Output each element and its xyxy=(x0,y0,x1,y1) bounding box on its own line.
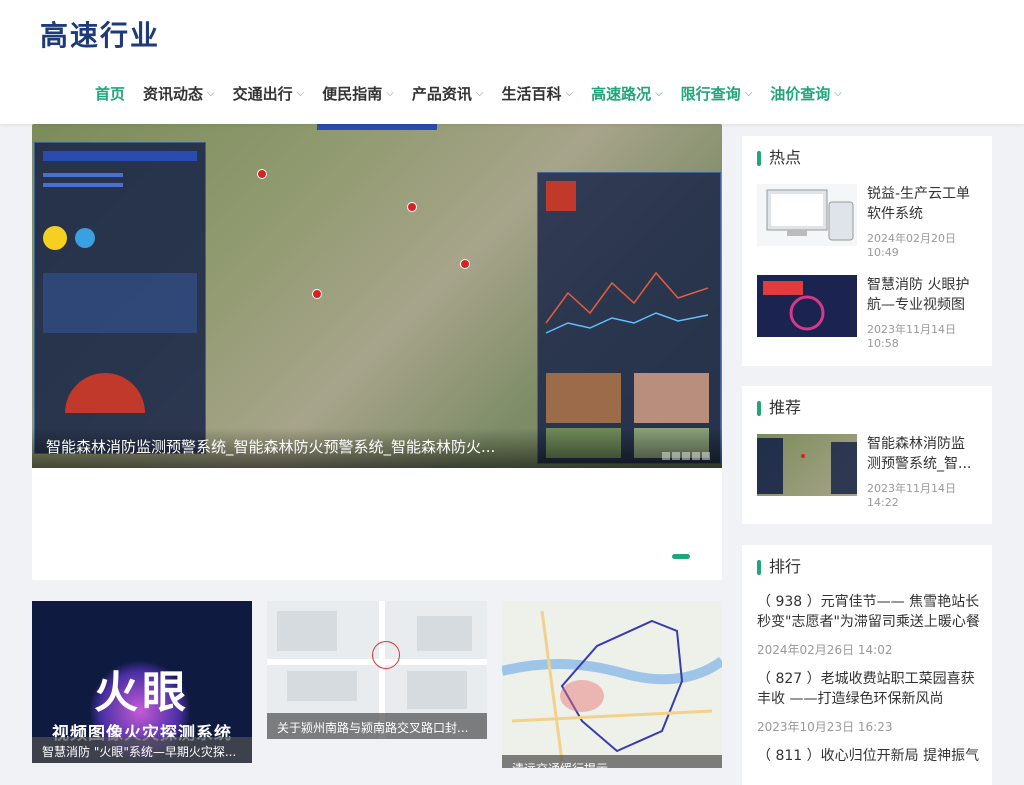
chevron-down-icon: ⌵ xyxy=(386,87,394,99)
hot-item-title[interactable]: 智慧消防 火眼护航—专业视频图 xyxy=(867,275,977,315)
recommend-item-title[interactable]: 智能森林消防监测预警系统_智... xyxy=(867,434,977,474)
article-card[interactable]: 关于颍州南路与颍南路交叉路口封... xyxy=(267,601,487,739)
nav-item-oil-price[interactable]: 油价查询 ⌵ xyxy=(770,80,842,106)
nav-item-label: 首页 xyxy=(95,84,126,103)
rank-item-title[interactable]: （ 811 ）收心归位开新局 提神振气 xyxy=(757,746,982,766)
card-caption[interactable]: 清远交通缓行提示... xyxy=(512,760,712,768)
slide-thumb[interactable] xyxy=(682,452,690,460)
fire-eye-graphic xyxy=(763,281,825,331)
rank-item-date: 2024年02月26日 14:02 xyxy=(757,643,893,657)
card-caption-bar: 关于颍州南路与颍南路交叉路口封... xyxy=(267,713,487,739)
chevron-down-icon: ⌵ xyxy=(834,87,842,99)
chevron-down-icon: ⌵ xyxy=(655,87,663,99)
sidebar-hot-panel: 热点 锐益-生产云工单软件系统 2024年02月20日 10:49 智慧消防 火… xyxy=(742,136,992,366)
sidebar-rank-panel: 排行 （ 938 ）元宵佳节—— 焦雪艳站长秒变"志愿者"为滞留司乘送上暖心餐 … xyxy=(742,545,992,785)
nav-item-restrictions[interactable]: 限行查询 ⌵ xyxy=(681,80,753,106)
dashboard-panel-left xyxy=(34,142,206,454)
map-block xyxy=(417,616,472,651)
nav-item-life[interactable]: 生活百科 ⌵ xyxy=(501,80,573,106)
slide-decoration xyxy=(317,124,437,130)
nav-item-travel[interactable]: 交通出行 ⌵ xyxy=(233,80,305,106)
site-logo[interactable]: 高速行业 xyxy=(40,14,160,54)
map-block xyxy=(407,671,467,709)
nav-item-news[interactable]: 资讯动态 ⌵ xyxy=(143,80,215,106)
featured-slider: 智能森林消防监测预警系统_智能森林防火预警系统_智能森林防火... xyxy=(32,124,722,580)
item-thumbnail[interactable] xyxy=(757,434,857,496)
panel-title: 热点 xyxy=(757,148,801,168)
software-screenshot-graphic xyxy=(766,189,854,241)
main-nav: 首页 资讯动态 ⌵ 交通出行 ⌵ 便民指南 ⌵ 产品资讯 ⌵ 生活百科 ⌵ 高速路况 ⌵ 限… xyxy=(95,80,860,106)
panel-title: 推荐 xyxy=(757,398,801,418)
dashboard-line-graphic xyxy=(545,181,709,458)
map-marker-icon[interactable] xyxy=(407,202,417,212)
chevron-down-icon: ⌵ xyxy=(744,87,753,99)
map-marker-icon[interactable] xyxy=(312,289,322,299)
dashboard-chart-graphic xyxy=(43,151,197,413)
nav-item-road-conditions[interactable]: 高速路况 ⌵ xyxy=(591,80,663,106)
chevron-down-icon: ⌵ xyxy=(207,87,215,99)
card-image-title: 火眼 xyxy=(94,667,190,718)
slider-pagination-dot[interactable] xyxy=(672,554,690,559)
article-card[interactable]: 火眼 视频图像火灾探测系统 智慧消防 "火眼"系统—早期火灾探... xyxy=(32,601,252,763)
slide-thumb[interactable] xyxy=(702,452,710,460)
map-block xyxy=(277,611,337,651)
nav-item-products[interactable]: 产品资讯 ⌵ xyxy=(412,80,484,106)
slide-thumb[interactable] xyxy=(662,452,670,460)
slide-image[interactable]: 智能森林消防监测预警系统_智能森林防火预警系统_智能森林防火... xyxy=(32,124,722,468)
nav-item-label: 便民指南 xyxy=(322,84,383,103)
nav-item-home[interactable]: 首页 xyxy=(95,80,125,106)
item-thumbnail[interactable] xyxy=(757,184,857,246)
chevron-down-icon: ⌵ xyxy=(475,87,484,99)
chevron-down-icon: ⌵ xyxy=(565,87,574,99)
rank-item-title[interactable]: （ 827 ）老城收费站职工菜园喜获丰收 ——打造绿色环保新风尚 xyxy=(757,669,982,709)
route-map-graphic xyxy=(502,610,722,762)
map-marker-icon[interactable] xyxy=(460,259,470,269)
chevron-down-icon: ⌵ xyxy=(296,87,305,99)
nav-item-guide[interactable]: 便民指南 ⌵ xyxy=(322,80,394,106)
map-marker-icon[interactable] xyxy=(257,169,267,179)
hot-item-title[interactable]: 锐益-生产云工单软件系统 xyxy=(867,184,977,224)
card-caption-bar: 智慧消防 "火眼"系统—早期火灾探... xyxy=(32,737,252,763)
site-header: 高速行业 首页 资讯动态 ⌵ 交通出行 ⌵ 便民指南 ⌵ 产品资讯 ⌵ 生活百科 ⌵ 高速… xyxy=(0,0,1024,124)
map-block xyxy=(287,671,357,701)
dashboard-panel-right xyxy=(537,172,721,464)
dashboard-thumbnail-graphic xyxy=(757,438,857,494)
map-highlight-marker xyxy=(372,641,400,669)
card-caption-bar: 清远交通缓行提示... xyxy=(502,755,722,768)
card-caption[interactable]: 关于颍州南路与颍南路交叉路口封... xyxy=(277,719,477,736)
item-thumbnail[interactable] xyxy=(757,275,857,337)
recommend-item-date: 2023年11月14日 14:22 xyxy=(867,482,956,509)
nav-item-label: 高速路况 xyxy=(591,84,652,103)
slide-thumb[interactable] xyxy=(672,452,680,460)
rank-item-date: 2023年10月23日 16:23 xyxy=(757,720,893,734)
nav-item-label: 限行查询 xyxy=(680,84,741,103)
card-caption[interactable]: 智慧消防 "火眼"系统—早期火灾探... xyxy=(42,743,242,760)
rank-item-title[interactable]: （ 938 ）元宵佳节—— 焦雪艳站长秒变"志愿者"为滞留司乘送上暖心餐 xyxy=(757,592,982,632)
hot-item-date: 2024年02月20日 10:49 xyxy=(867,232,956,259)
nav-item-label: 交通出行 xyxy=(232,84,293,103)
nav-item-label: 产品资讯 xyxy=(411,84,472,103)
article-card[interactable]: 清远交通缓行提示... xyxy=(502,601,722,768)
nav-item-label: 油价查询 xyxy=(770,84,831,103)
sidebar-recommend-panel: 推荐 智能森林消防监测预警系统_智... 2023年11月14日 14:22 xyxy=(742,386,992,524)
nav-item-label: 资讯动态 xyxy=(143,84,204,103)
slide-thumbnails xyxy=(660,452,710,460)
nav-item-label: 生活百科 xyxy=(501,84,562,103)
hot-item-date: 2023年11月14日 10:58 xyxy=(867,323,956,350)
slide-caption[interactable]: 智能森林消防监测预警系统_智能森林防火预警系统_智能森林防火... xyxy=(46,436,646,457)
panel-title: 排行 xyxy=(757,557,801,577)
slide-thumb[interactable] xyxy=(692,452,700,460)
